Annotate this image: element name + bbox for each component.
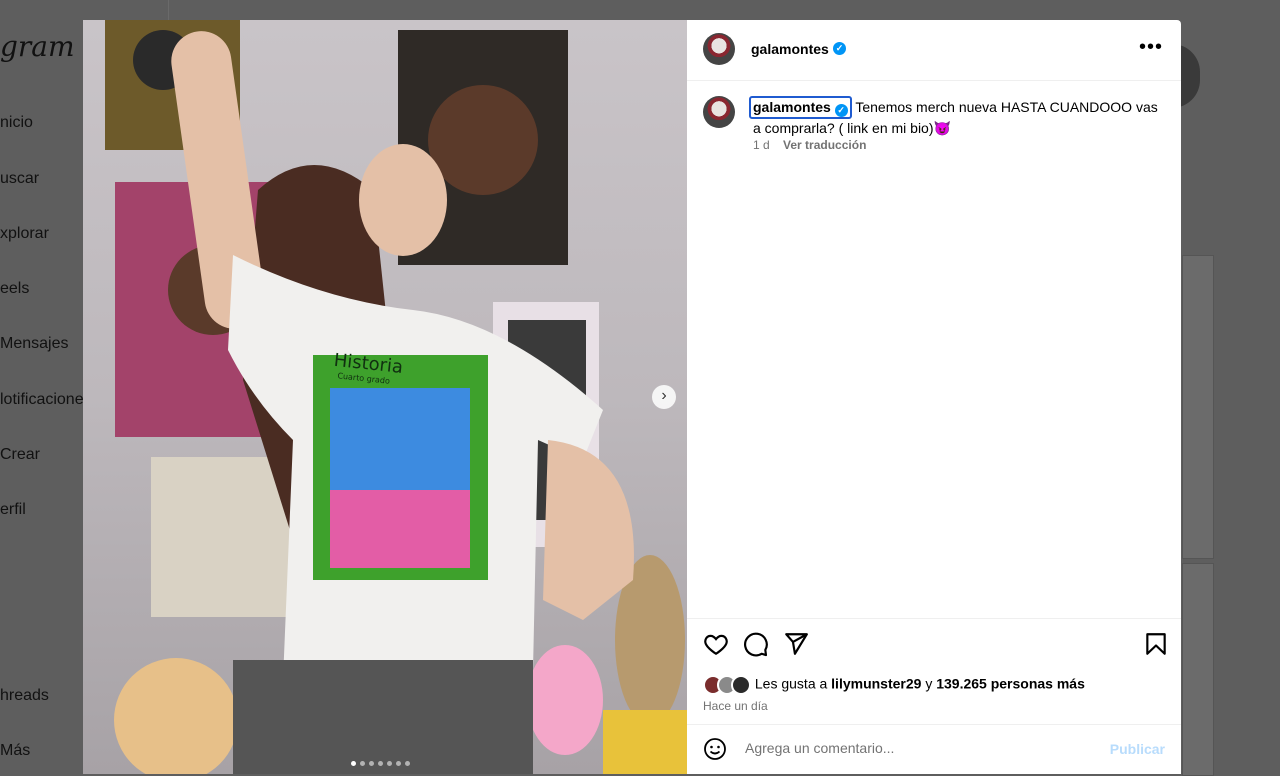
nav-notificaciones[interactable]: lotificacione bbox=[0, 391, 84, 409]
post-side-panel: galamontes ✓ ••• galamontes ✓ Tenemos me… bbox=[687, 20, 1181, 774]
heart-icon[interactable] bbox=[703, 631, 729, 657]
instagram-logo: gram bbox=[0, 30, 75, 63]
liker-avatars bbox=[703, 675, 755, 695]
emoji-icon[interactable] bbox=[703, 737, 727, 761]
comment-input[interactable] bbox=[743, 739, 1087, 757]
verified-icon: ✓ bbox=[833, 42, 846, 55]
nav-mas[interactable]: Más bbox=[0, 742, 30, 760]
carousel-dot bbox=[396, 761, 401, 766]
caption-username[interactable]: galamontes ✓ bbox=[749, 96, 852, 119]
avatar bbox=[731, 675, 751, 695]
carousel-dot bbox=[405, 761, 410, 766]
caption-avatar[interactable] bbox=[703, 96, 735, 128]
nav-reels[interactable]: eels bbox=[0, 280, 29, 298]
share-icon[interactable] bbox=[783, 631, 809, 657]
carousel-dot bbox=[378, 761, 383, 766]
verified-icon: ✓ bbox=[834, 104, 848, 117]
face bbox=[359, 144, 447, 256]
likes-summary: Les gusta a lilymunster29 y 139.265 pers… bbox=[703, 675, 1085, 695]
more-icon: ••• bbox=[1138, 36, 1163, 58]
nav-threads[interactable]: hreads bbox=[0, 687, 49, 705]
more-options-button[interactable]: ••• bbox=[1139, 36, 1163, 59]
bookmark-icon[interactable] bbox=[1143, 631, 1169, 657]
translate-button[interactable]: Ver traducción bbox=[783, 138, 866, 152]
comment-bar: Publicar bbox=[687, 724, 1181, 775]
nav-inicio[interactable]: nicio bbox=[0, 114, 33, 132]
post-actions: Les gusta a lilymunster29 y 139.265 pers… bbox=[687, 618, 1181, 725]
publish-button[interactable]: Publicar bbox=[1110, 741, 1165, 757]
carousel-next-button[interactable]: › bbox=[652, 385, 676, 409]
carousel-dot bbox=[351, 761, 356, 766]
plush-frida bbox=[114, 658, 238, 774]
nav-perfil[interactable]: erfil bbox=[0, 501, 26, 519]
post-photo-illustration: Historia Cuarto grado bbox=[105, 20, 687, 774]
plush-axolotl bbox=[527, 645, 603, 755]
background-grid-tile bbox=[1182, 563, 1214, 776]
nav-explorar[interactable]: xplorar bbox=[0, 225, 49, 243]
likes-prefix: Les gusta a bbox=[754, 675, 832, 692]
nav-crear[interactable]: Crear bbox=[0, 446, 40, 464]
author-avatar[interactable] bbox=[703, 33, 735, 65]
nav-mensajes[interactable]: Mensajes bbox=[0, 335, 68, 353]
nav-buscar[interactable]: uscar bbox=[0, 170, 39, 188]
arm-hip bbox=[543, 440, 634, 620]
carousel-dot bbox=[360, 761, 365, 766]
post-caption: galamontes ✓ Tenemos merch nueva HASTA C… bbox=[749, 96, 1163, 137]
comment-icon[interactable] bbox=[743, 631, 769, 657]
liker-username[interactable]: lilymunster29 bbox=[831, 676, 921, 692]
carousel-dot bbox=[369, 761, 374, 766]
post-header: galamontes ✓ ••• bbox=[687, 20, 1181, 81]
likes-mid: y bbox=[921, 675, 937, 692]
background-grid-tile bbox=[1182, 255, 1214, 559]
carousel-dot bbox=[387, 761, 392, 766]
author-username[interactable]: galamontes bbox=[751, 41, 829, 57]
post-image[interactable]: Historia Cuarto grado › bbox=[83, 20, 687, 774]
caption-meta: 1 d Ver traducción bbox=[753, 138, 866, 152]
chevron-right-icon: › bbox=[661, 387, 667, 404]
likes-count[interactable]: 139.265 personas más bbox=[936, 676, 1085, 692]
posted-ago: Hace un día bbox=[703, 699, 768, 713]
post-time: 1 d bbox=[753, 138, 770, 152]
carousel-dots bbox=[351, 753, 414, 771]
painting-abstract bbox=[151, 457, 291, 617]
